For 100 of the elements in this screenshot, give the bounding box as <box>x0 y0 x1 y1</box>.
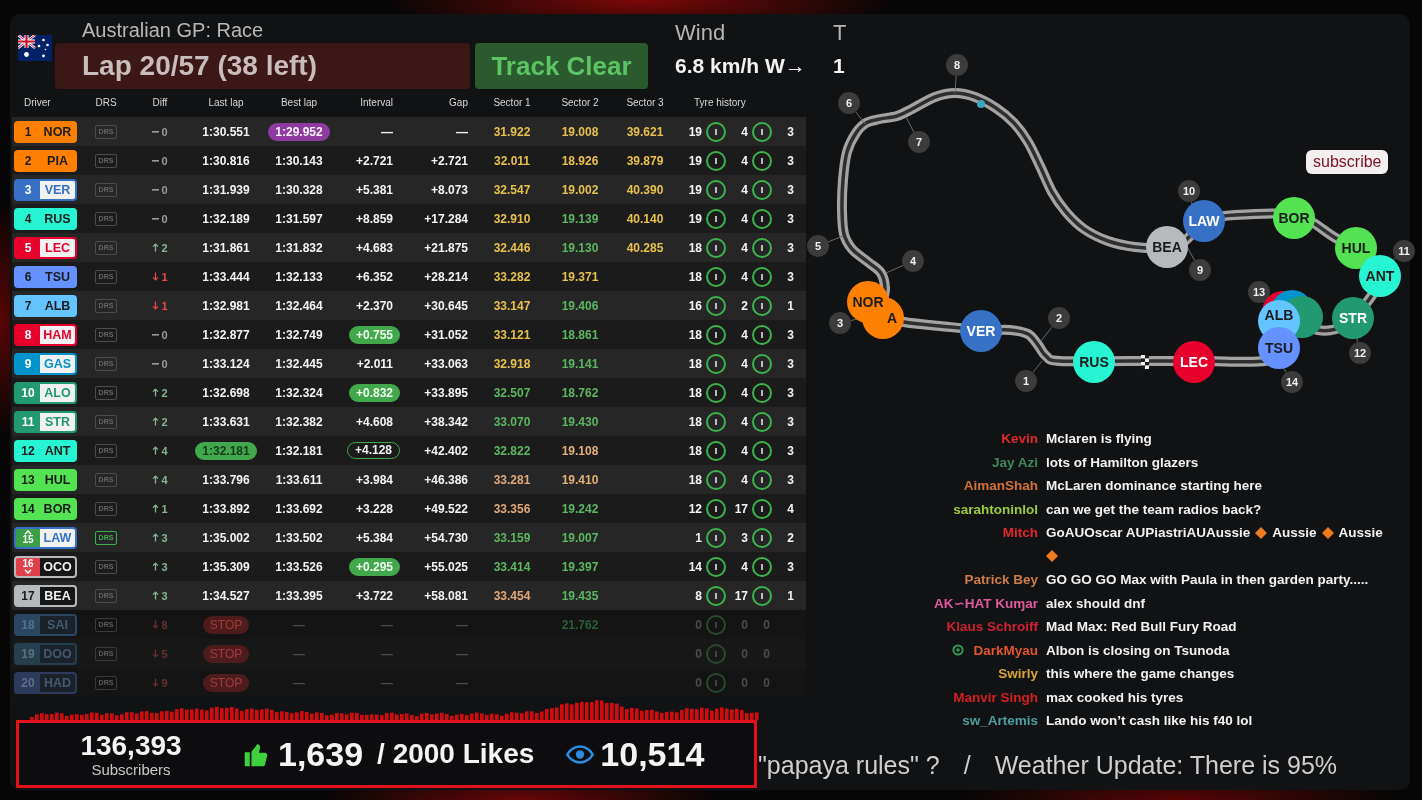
interval-value: — <box>380 616 394 634</box>
last-lap-time: 1:30.551 <box>201 123 251 141</box>
position-change: 2 <box>161 386 168 399</box>
chat-username: Jay Azi <box>991 453 1038 472</box>
position-change: 5 <box>161 647 168 660</box>
sector-time: 40.285 <box>626 240 664 255</box>
corner-marker: 11 <box>1393 240 1415 262</box>
position-change: 2 <box>161 241 168 254</box>
tyre-laps: 0 <box>762 675 770 690</box>
position-number: 10 <box>21 386 35 399</box>
weather-label: T <box>833 20 847 46</box>
driver-code: BEA <box>40 586 75 605</box>
last-lap-time: 1:33.444 <box>201 268 251 286</box>
sector-time: 32.918 <box>493 356 531 371</box>
gap-value: — <box>456 674 468 692</box>
tyre-laps: 4 <box>786 501 794 516</box>
sector-time: 19.406 <box>561 298 599 313</box>
driver-code: GAS <box>40 354 75 373</box>
chat-message: Aussie <box>1338 524 1383 542</box>
chat-message: Albon is closing on Tsunoda <box>1046 641 1230 660</box>
sector-time: 19.397 <box>561 559 599 574</box>
position-number: 14 <box>21 502 35 515</box>
tyre-laps: 3 <box>786 385 794 400</box>
interval-value: +5.384 <box>354 529 394 547</box>
chat-username: Patrick Bey <box>964 571 1038 589</box>
like-goal: / 2000 Likes <box>377 738 535 770</box>
best-lap-time: 1:33.526 <box>274 558 324 576</box>
position-number: 8 <box>24 328 32 341</box>
chat-message: can we get the team radios back? <box>1046 500 1262 519</box>
sector-time: 19.430 <box>561 414 599 429</box>
tyre-compound: I <box>752 411 772 432</box>
position-number: 1 <box>24 125 32 138</box>
best-lap-time: 1:33.395 <box>274 587 324 605</box>
gap-value: — <box>456 123 468 141</box>
driver-code: HAD <box>40 673 75 692</box>
best-lap-time: 1:32.181 <box>274 442 324 460</box>
sector-time: 33.281 <box>493 472 531 487</box>
chat-username: DarkMyau <box>973 641 1038 660</box>
position-number: 4 <box>24 212 32 225</box>
viewer-count: 10,514 <box>600 734 705 774</box>
tyre-laps: 16 <box>687 298 702 313</box>
tyre-laps: 18 <box>687 443 702 458</box>
diamond-icon <box>1046 550 1058 563</box>
tyre-laps: 2 <box>740 298 748 313</box>
last-lap-time: 1:33.124 <box>201 355 251 373</box>
best-lap-time: — <box>292 674 306 692</box>
best-lap-time: 1:32.445 <box>274 355 324 373</box>
tyre-compound: I <box>752 179 772 200</box>
sector-time: 33.121 <box>493 327 531 342</box>
tyre-compound: I <box>752 150 772 171</box>
diamond-icon <box>1321 526 1334 539</box>
position-change: 1 <box>161 502 168 515</box>
last-lap-time: 1:35.309 <box>201 558 251 576</box>
column-header: Sector 3 <box>626 96 664 108</box>
tyre-laps: 2 <box>786 530 794 545</box>
weather-value: 1 <box>833 53 845 79</box>
tyre-laps: 4 <box>740 124 748 139</box>
best-lap-time: 1:32.324 <box>274 384 324 402</box>
sector-time: 33.356 <box>493 501 531 516</box>
sector-time: 33.159 <box>493 530 531 545</box>
tyre-compound: I <box>706 266 726 287</box>
position-number: 9 <box>24 357 32 370</box>
tyre-laps: 18 <box>687 356 702 371</box>
position-change: 1 <box>161 270 168 283</box>
column-header: Driver <box>24 96 51 108</box>
tyre-laps: 18 <box>687 385 702 400</box>
sector-time: 18.762 <box>561 385 599 400</box>
interval-value: — <box>380 674 394 692</box>
position-change: 4 <box>161 473 168 486</box>
interval-value: — <box>380 123 394 141</box>
sector-time: 19.002 <box>561 182 599 197</box>
tyre-laps: 3 <box>786 240 794 255</box>
sector-time: 19.007 <box>561 530 599 545</box>
tyre-laps: 19 <box>687 153 702 168</box>
tyre-laps: 3 <box>786 211 794 226</box>
best-lap-time: 1:33.611 <box>274 471 324 489</box>
weather-value: 6.8 km/h W→ <box>675 53 806 79</box>
last-lap-time: 1:32.981 <box>201 297 251 315</box>
last-lap-time: 1:31.939 <box>201 181 251 199</box>
interval-value: — <box>380 645 394 663</box>
position-number: 11 <box>21 415 35 428</box>
tyre-compound: I <box>706 556 726 577</box>
chat-message: this where the game changes <box>1046 665 1235 683</box>
sector-time: 40.390 <box>626 182 664 197</box>
tyre-compound: I <box>706 585 726 606</box>
last-lap-time: STOP <box>202 673 250 692</box>
sector-time: 32.822 <box>493 443 531 458</box>
position-change: 4 <box>161 444 168 457</box>
chat-message: Mad Max: Red Bull Fury Road <box>1046 618 1237 636</box>
sector-time: 39.621 <box>626 124 664 139</box>
tyre-laps: 3 <box>786 182 794 197</box>
weather-label: Wind <box>675 20 726 46</box>
position-change: 0 <box>161 154 168 167</box>
tyre-compound: I <box>752 382 772 403</box>
tyre-laps: 0 <box>762 617 770 632</box>
tyre-compound: I <box>752 208 772 229</box>
tyre-compound: I <box>752 324 772 345</box>
best-lap-time: 1:32.464 <box>274 297 324 315</box>
driver-code: LAW <box>40 528 75 547</box>
best-lap-time: 1:32.382 <box>274 413 324 431</box>
